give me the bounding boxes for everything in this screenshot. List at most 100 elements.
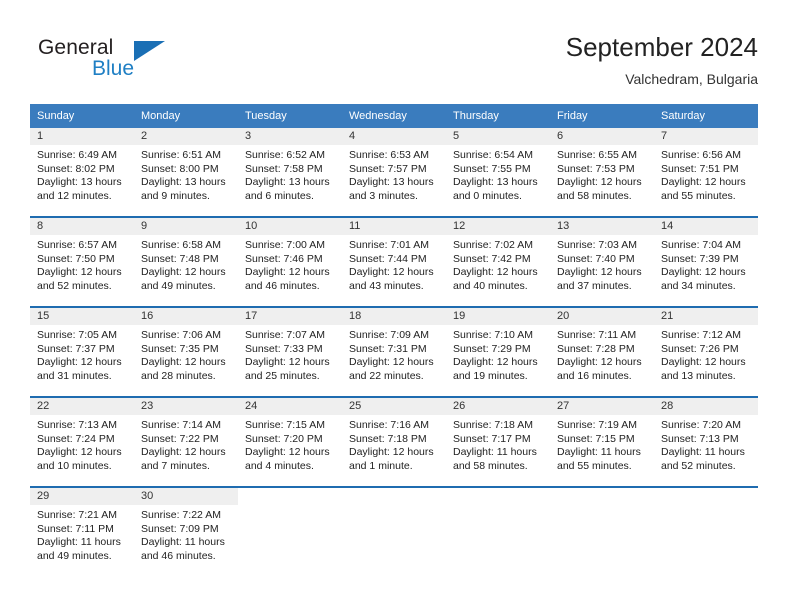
sunrise-text: Sunrise: 7:00 AM (245, 239, 325, 251)
day-number: 17 (238, 308, 342, 325)
day-number: 6 (550, 128, 654, 145)
daylight-text: Daylight: 12 hours and 46 minutes. (245, 266, 330, 292)
sunrise-text: Sunrise: 7:16 AM (349, 419, 429, 431)
daylight-text: Daylight: 11 hours and 55 minutes. (557, 446, 641, 472)
title-block: September 2024 Valchedram, Bulgaria (566, 30, 758, 90)
calendar-day-cell[interactable]: 15 Sunrise: 7:05 AM Sunset: 7:37 PM Dayligh… (30, 308, 134, 396)
day-number: 12 (446, 218, 550, 235)
day-details: Sunrise: 7:06 AM Sunset: 7:35 PM Daylight:… (134, 325, 238, 383)
calendar-day-cell[interactable]: 5 Sunrise: 6:54 AM Sunset: 7:55 PM Daylight… (446, 128, 550, 216)
daylight-text: Daylight: 13 hours and 12 minutes. (37, 176, 122, 202)
weekday-header-row: Sunday Monday Tuesday Wednesday Thursday… (30, 104, 758, 128)
sunset-text: Sunset: 7:33 PM (245, 342, 323, 355)
day-details: Sunrise: 7:09 AM Sunset: 7:31 PM Daylight:… (342, 325, 446, 383)
calendar-day-cell[interactable]: 4 Sunrise: 6:53 AM Sunset: 7:57 PM Daylight… (342, 128, 446, 216)
calendar-day-cell[interactable]: 22 Sunrise: 7:13 AM Sunset: 7:24 PM Dayligh… (30, 398, 134, 486)
day-details: Sunrise: 7:05 AM Sunset: 7:37 PM Daylight:… (30, 325, 134, 383)
daylight-text: Daylight: 12 hours and 58 minutes. (557, 176, 642, 202)
sunrise-text: Sunrise: 7:15 AM (245, 419, 325, 431)
sunrise-text: Sunrise: 7:02 AM (453, 239, 533, 251)
calendar-day-cell[interactable]: 19 Sunrise: 7:10 AM Sunset: 7:29 PM Dayligh… (446, 308, 550, 396)
weekday-header-sunday: Sunday (37, 110, 75, 122)
calendar-day-cell[interactable]: 13 Sunrise: 7:03 AM Sunset: 7:40 PM Dayligh… (550, 218, 654, 306)
day-number: 1 (30, 128, 134, 145)
sunset-text: Sunset: 7:55 PM (453, 162, 531, 175)
calendar-day-cell[interactable]: 8 Sunrise: 6:57 AM Sunset: 7:50 PM Daylight… (30, 218, 134, 306)
calendar-day-cell[interactable]: 24 Sunrise: 7:15 AM Sunset: 7:20 PM Dayligh… (238, 398, 342, 486)
calendar-day-cell-empty (238, 488, 342, 576)
sunset-text: Sunset: 7:46 PM (245, 252, 323, 265)
daylight-text: Daylight: 12 hours and 40 minutes. (453, 266, 538, 292)
sunset-text: Sunset: 7:22 PM (141, 432, 219, 445)
calendar-week-row: 29 Sunrise: 7:21 AM Sunset: 7:11 PM Dayligh… (30, 486, 758, 576)
day-details: Sunrise: 7:13 AM Sunset: 7:24 PM Daylight:… (30, 415, 134, 473)
calendar-day-cell-empty (342, 488, 446, 576)
calendar-day-cell[interactable]: 11 Sunrise: 7:01 AM Sunset: 7:44 PM Dayligh… (342, 218, 446, 306)
calendar-weeks: 1 Sunrise: 6:49 AM Sunset: 8:02 PM Daylight… (30, 128, 758, 576)
daylight-text: Daylight: 12 hours and 16 minutes. (557, 356, 642, 382)
calendar-day-cell[interactable]: 28 Sunrise: 7:20 AM Sunset: 7:13 PM Dayligh… (654, 398, 758, 486)
sunrise-text: Sunrise: 7:04 AM (661, 239, 741, 251)
sunset-text: Sunset: 8:00 PM (141, 162, 219, 175)
calendar-day-cell[interactable]: 1 Sunrise: 6:49 AM Sunset: 8:02 PM Daylight… (30, 128, 134, 216)
sunrise-text: Sunrise: 7:03 AM (557, 239, 637, 251)
daylight-text: Daylight: 12 hours and 55 minutes. (661, 176, 746, 202)
logo-text-blue: Blue (92, 57, 135, 80)
general-blue-logo[interactable]: General Blue (38, 36, 248, 88)
calendar-day-cell[interactable]: 16 Sunrise: 7:06 AM Sunset: 7:35 PM Dayligh… (134, 308, 238, 396)
calendar-day-cell[interactable]: 25 Sunrise: 7:16 AM Sunset: 7:18 PM Dayligh… (342, 398, 446, 486)
calendar-day-cell[interactable]: 12 Sunrise: 7:02 AM Sunset: 7:42 PM Dayligh… (446, 218, 550, 306)
calendar-day-cell[interactable]: 6 Sunrise: 6:55 AM Sunset: 7:53 PM Daylight… (550, 128, 654, 216)
sunset-text: Sunset: 7:40 PM (557, 252, 635, 265)
calendar-day-cell[interactable]: 23 Sunrise: 7:14 AM Sunset: 7:22 PM Dayligh… (134, 398, 238, 486)
sunset-text: Sunset: 7:20 PM (245, 432, 323, 445)
sunset-text: Sunset: 7:53 PM (557, 162, 635, 175)
calendar-day-cell[interactable]: 9 Sunrise: 6:58 AM Sunset: 7:48 PM Daylight… (134, 218, 238, 306)
daylight-text: Daylight: 12 hours and 49 minutes. (141, 266, 226, 292)
day-number: 15 (30, 308, 134, 325)
sunrise-text: Sunrise: 7:21 AM (37, 509, 117, 521)
sunset-text: Sunset: 7:48 PM (141, 252, 219, 265)
calendar-day-cell[interactable]: 17 Sunrise: 7:07 AM Sunset: 7:33 PM Dayligh… (238, 308, 342, 396)
calendar-day-cell[interactable]: 10 Sunrise: 7:00 AM Sunset: 7:46 PM Dayligh… (238, 218, 342, 306)
day-details: Sunrise: 6:49 AM Sunset: 8:02 PM Daylight:… (30, 145, 134, 203)
calendar-day-cell[interactable]: 14 Sunrise: 7:04 AM Sunset: 7:39 PM Dayligh… (654, 218, 758, 306)
daylight-text: Daylight: 12 hours and 37 minutes. (557, 266, 642, 292)
day-details: Sunrise: 6:54 AM Sunset: 7:55 PM Daylight:… (446, 145, 550, 203)
sunset-text: Sunset: 8:02 PM (37, 162, 115, 175)
calendar-day-cell[interactable]: 26 Sunrise: 7:18 AM Sunset: 7:17 PM Dayligh… (446, 398, 550, 486)
calendar-day-cell[interactable]: 30 Sunrise: 7:22 AM Sunset: 7:09 PM Dayligh… (134, 488, 238, 576)
sunrise-text: Sunrise: 6:52 AM (245, 149, 325, 161)
calendar-day-cell[interactable]: 7 Sunrise: 6:56 AM Sunset: 7:51 PM Daylight… (654, 128, 758, 216)
day-details: Sunrise: 6:53 AM Sunset: 7:57 PM Daylight:… (342, 145, 446, 203)
calendar-day-cell[interactable]: 27 Sunrise: 7:19 AM Sunset: 7:15 PM Dayligh… (550, 398, 654, 486)
calendar-day-cell[interactable]: 2 Sunrise: 6:51 AM Sunset: 8:00 PM Daylight… (134, 128, 238, 216)
sunset-text: Sunset: 7:44 PM (349, 252, 427, 265)
day-number: 7 (654, 128, 758, 145)
sunrise-text: Sunrise: 7:11 AM (557, 329, 637, 341)
sunrise-text: Sunrise: 6:58 AM (141, 239, 221, 251)
calendar-grid: Sunday Monday Tuesday Wednesday Thursday… (30, 104, 758, 576)
calendar-day-cell[interactable]: 18 Sunrise: 7:09 AM Sunset: 7:31 PM Dayligh… (342, 308, 446, 396)
sunrise-text: Sunrise: 6:57 AM (37, 239, 117, 251)
day-number: 29 (30, 488, 134, 505)
sunrise-text: Sunrise: 7:13 AM (37, 419, 117, 431)
daylight-text: Daylight: 12 hours and 1 minute. (349, 446, 434, 472)
calendar-day-cell[interactable]: 20 Sunrise: 7:11 AM Sunset: 7:28 PM Dayligh… (550, 308, 654, 396)
calendar-day-cell[interactable]: 3 Sunrise: 6:52 AM Sunset: 7:58 PM Daylight… (238, 128, 342, 216)
day-number: 13 (550, 218, 654, 235)
daylight-text: Daylight: 12 hours and 43 minutes. (349, 266, 434, 292)
sunrise-text: Sunrise: 7:07 AM (245, 329, 325, 341)
daylight-text: Daylight: 11 hours and 46 minutes. (141, 536, 225, 562)
blue-triangle-icon (134, 41, 165, 61)
day-details: Sunrise: 7:19 AM Sunset: 7:15 PM Daylight:… (550, 415, 654, 473)
sunset-text: Sunset: 7:17 PM (453, 432, 531, 445)
sunset-text: Sunset: 7:42 PM (453, 252, 531, 265)
calendar-day-cell[interactable]: 29 Sunrise: 7:21 AM Sunset: 7:11 PM Dayligh… (30, 488, 134, 576)
calendar-day-cell[interactable]: 21 Sunrise: 7:12 AM Sunset: 7:26 PM Dayligh… (654, 308, 758, 396)
sunset-text: Sunset: 7:15 PM (557, 432, 635, 445)
sunset-text: Sunset: 7:35 PM (141, 342, 219, 355)
daylight-text: Daylight: 12 hours and 28 minutes. (141, 356, 226, 382)
daylight-text: Daylight: 12 hours and 13 minutes. (661, 356, 746, 382)
sunrise-text: Sunrise: 7:22 AM (141, 509, 221, 521)
